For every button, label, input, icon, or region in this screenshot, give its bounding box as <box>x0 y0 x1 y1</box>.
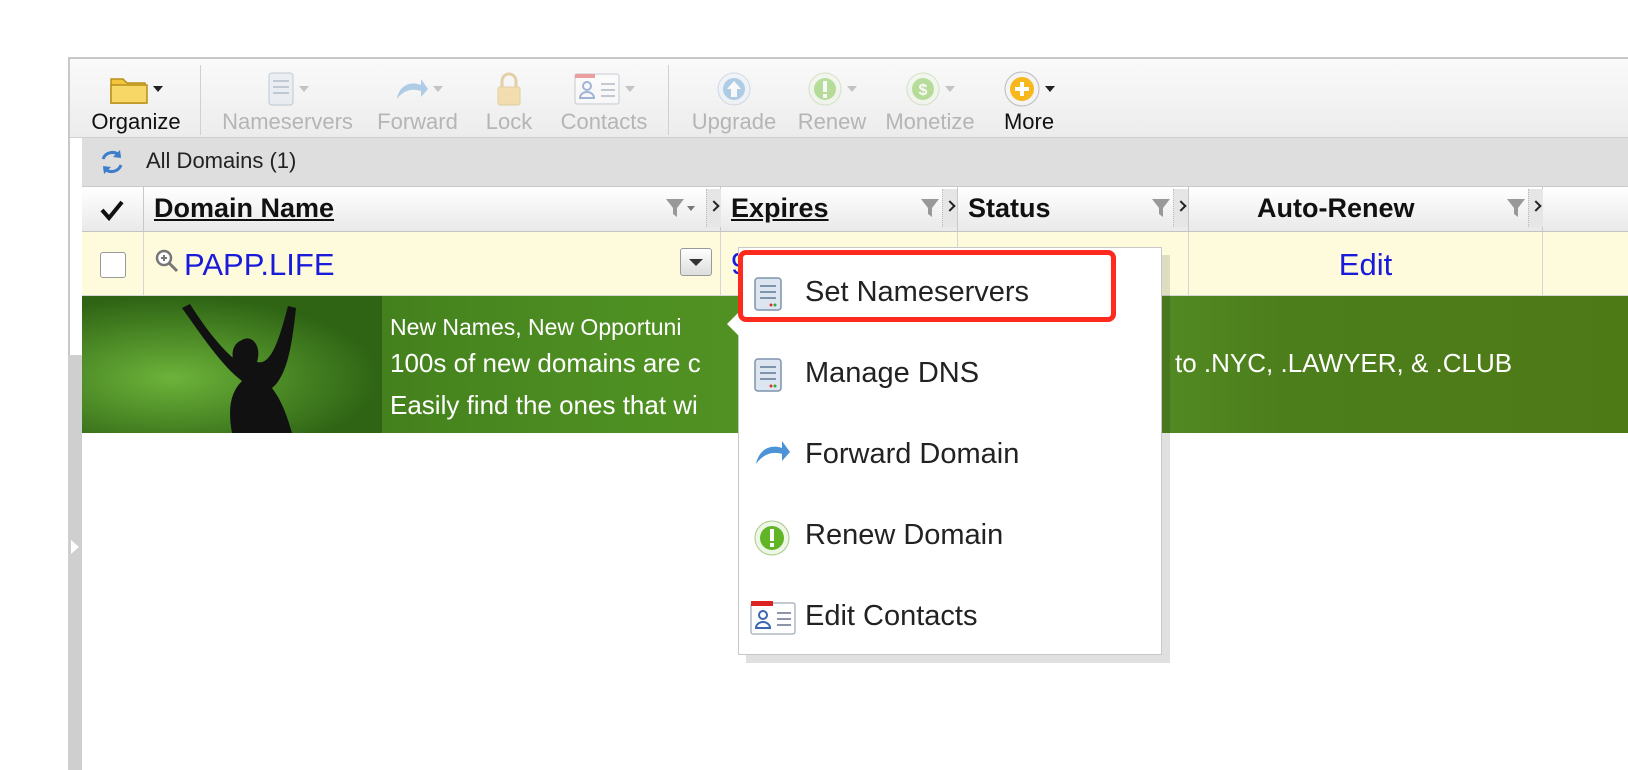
filter-icon[interactable] <box>1150 197 1172 219</box>
menu-item-manage-dns[interactable]: Manage DNS <box>739 337 1159 407</box>
organize-button[interactable]: Organize <box>86 67 186 135</box>
celebrating-player-image <box>182 304 296 433</box>
refresh-icon[interactable] <box>98 148 126 176</box>
column-expires-label: Expires <box>731 193 829 223</box>
column-auto-renew-label: Auto-Renew <box>1257 193 1415 223</box>
expand-arrow-icon <box>71 540 79 554</box>
menu-item-label: Manage DNS <box>805 357 980 389</box>
upgrade-icon <box>717 72 751 106</box>
menu-item-label: Renew Domain <box>805 519 1004 551</box>
nameservers-icon <box>754 277 782 311</box>
menu-pointer <box>727 312 739 336</box>
lock-button[interactable]: Lock <box>478 67 540 135</box>
column-domain-name-label: Domain Name <box>154 193 335 223</box>
menu-item-label: Set Nameservers <box>805 276 1030 308</box>
banner-text-line-2-end: to .NYC, .LAWYER, & .CLUB <box>1175 348 1513 378</box>
column-expires[interactable]: Expires <box>721 187 958 231</box>
lock-label: Lock <box>485 109 533 134</box>
forward-button[interactable]: Forward <box>370 67 465 135</box>
column-resize-grip[interactable] <box>942 189 957 227</box>
banner-text-line-2: 100s of new domains are c <box>390 348 701 378</box>
filter-icon[interactable] <box>919 197 941 219</box>
zoom-in-icon[interactable] <box>154 248 180 274</box>
chevron-down-icon <box>847 86 857 92</box>
row-context-menu: Set Nameservers Manage DNS Forward Domai… <box>727 247 1162 655</box>
chevron-down-icon <box>153 86 163 92</box>
plus-circle-icon <box>1004 71 1040 107</box>
chevron-down-icon <box>945 86 955 92</box>
column-auto-renew[interactable]: Auto-Renew <box>1189 187 1543 231</box>
menu-item-label: Edit Contacts <box>805 600 978 632</box>
auto-renew-cell: Edit <box>1189 232 1543 295</box>
row-select-cell <box>82 232 144 295</box>
toolbar-divider <box>668 65 669 135</box>
upgrade-button[interactable]: Upgrade <box>688 67 780 135</box>
contacts-icon <box>750 601 796 635</box>
contacts-button[interactable]: Contacts <box>558 67 650 135</box>
dollar-icon: $ <box>906 72 940 106</box>
domain-list-statusbar: All Domains (1) <box>82 138 1628 187</box>
renew-icon <box>754 520 790 556</box>
row-actions-dropdown[interactable] <box>680 248 712 276</box>
svg-text:$: $ <box>919 82 928 99</box>
auto-renew-edit-link[interactable]: Edit <box>1189 247 1542 283</box>
column-domain-name[interactable]: Domain Name <box>144 187 721 231</box>
nameservers-icon <box>268 72 293 106</box>
menu-item-forward-domain[interactable]: Forward Domain <box>739 418 1159 488</box>
renew-label: Renew <box>797 109 867 134</box>
contacts-label: Contacts <box>560 109 648 134</box>
monetize-label: Monetize <box>885 109 975 134</box>
filter-icon[interactable] <box>664 197 698 219</box>
menu-item-renew-domain[interactable]: Renew Domain <box>739 499 1159 569</box>
upgrade-label: Upgrade <box>691 109 777 134</box>
monetize-button[interactable]: $ Monetize <box>882 67 978 135</box>
banner-headline: New Names, New Opportuni <box>390 314 682 340</box>
column-resize-grip[interactable] <box>706 189 721 227</box>
filter-icon[interactable] <box>1505 197 1527 219</box>
domain-name-cell: PAPP.LIFE <box>144 232 721 295</box>
renew-icon <box>808 72 842 106</box>
forward-icon <box>756 441 790 464</box>
more-label: More <box>1003 109 1055 134</box>
banner-text-line-3: Easily find the ones that wi <box>390 390 698 420</box>
column-resize-grip[interactable] <box>1528 189 1543 227</box>
lock-icon <box>497 72 521 106</box>
row-checkbox[interactable] <box>100 252 126 278</box>
column-status-label: Status <box>968 193 1051 223</box>
nameservers-label: Nameservers <box>222 109 353 134</box>
column-resize-grip[interactable] <box>1173 189 1188 227</box>
domain-link[interactable]: PAPP.LIFE <box>184 247 335 283</box>
checkmark-icon <box>100 200 124 221</box>
banner-image <box>82 296 382 433</box>
menu-item-set-nameservers[interactable]: Set Nameservers <box>739 256 1159 326</box>
collapse-sidebar-handle[interactable] <box>68 355 82 770</box>
toolbar-divider <box>200 65 201 135</box>
nameservers-button[interactable]: Nameservers <box>220 67 355 135</box>
folder-icon <box>110 78 148 104</box>
menu-item-edit-contacts[interactable]: Edit Contacts <box>739 580 1159 650</box>
menu-item-label: Forward Domain <box>805 438 1020 470</box>
chevron-down-icon <box>298 86 309 92</box>
renew-button[interactable]: Renew <box>792 67 872 135</box>
select-all-column[interactable] <box>82 187 144 231</box>
all-domains-count: All Domains (1) <box>146 148 297 173</box>
toolbar: Organize Nameservers Forward Lock Contac… <box>70 59 1628 138</box>
dns-icon <box>754 358 782 392</box>
forward-icon <box>396 79 428 99</box>
column-status[interactable]: Status <box>958 187 1189 231</box>
chevron-down-icon <box>625 86 635 92</box>
organize-label: Organize <box>91 109 181 134</box>
grid-header: Domain Name Expires Status Auto-Renew <box>82 187 1628 232</box>
forward-label: Forward <box>377 109 458 134</box>
chevron-down-icon <box>1045 86 1055 92</box>
contacts-icon <box>574 73 620 105</box>
chevron-down-icon <box>432 86 443 92</box>
more-button[interactable]: More <box>994 67 1064 135</box>
